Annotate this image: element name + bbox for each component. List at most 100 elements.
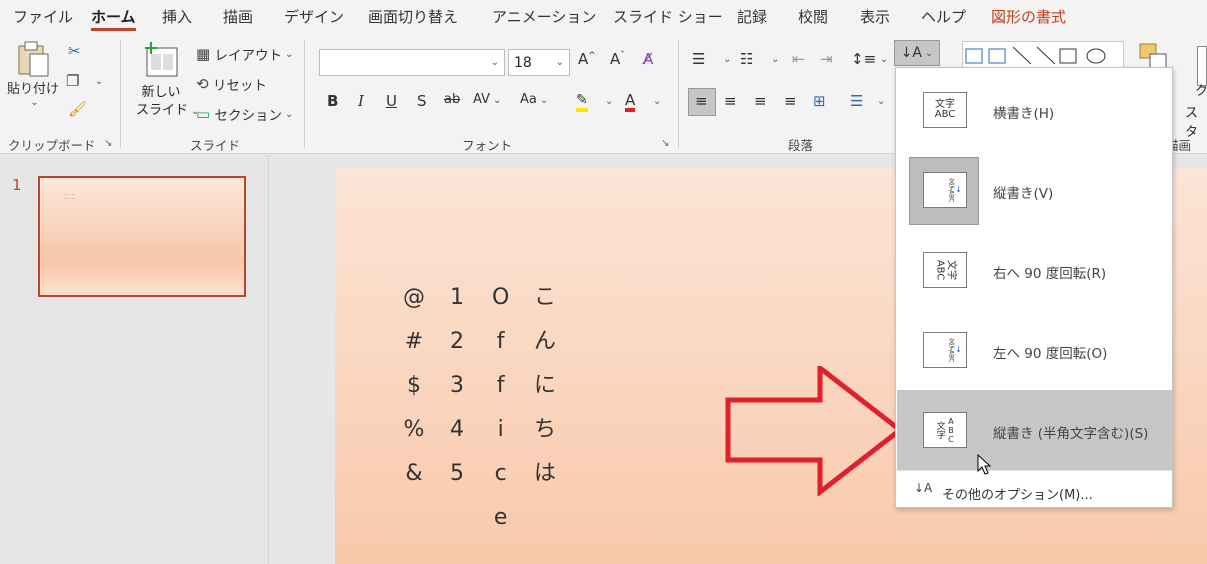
slide-thumbnail[interactable]: .... .... .... .... (38, 176, 246, 297)
font-name-select[interactable]: ⌄ (319, 49, 505, 76)
menu-item-rotate-left[interactable]: 文字ABC ↓ 左へ 90 度回転(O) (897, 310, 1173, 390)
menu-item-rotate-right[interactable]: 文字 ABC 右へ 90 度回転(R) (897, 230, 1173, 310)
increase-indent-icon[interactable]: ⇥ (820, 50, 833, 68)
justify-icon[interactable]: ≡ (784, 92, 797, 110)
cut-icon[interactable]: ✂ (68, 44, 81, 59)
character-spacing-button[interactable]: AV ⌄ (473, 92, 501, 107)
italic-button[interactable]: I (358, 92, 364, 110)
tab-draw[interactable]: 描画 (223, 6, 253, 27)
tab-animations[interactable]: アニメーション (492, 6, 596, 27)
chevron-down-icon: ⌄ (30, 97, 39, 108)
chevron-down-icon[interactable]: ⌄ (723, 54, 731, 65)
group-label-font: フォント (462, 138, 513, 153)
tab-home[interactable]: ホーム (91, 6, 136, 27)
change-case-button[interactable]: Aa ⌄ (520, 92, 548, 107)
new-slide-label: 新しい (141, 85, 181, 100)
columns-icon[interactable]: ☰ (850, 92, 863, 110)
new-slide-label-2: スライド ⌄ (136, 103, 200, 118)
strikethrough-button[interactable]: ab (444, 92, 460, 107)
distributed-icon[interactable]: ⊞ (813, 92, 826, 110)
numbering-icon[interactable]: ☷ (740, 50, 753, 68)
tab-design[interactable]: デザイン (284, 6, 344, 27)
section-button[interactable]: ▭ セクション ⌄ (196, 104, 293, 124)
layout-button[interactable]: ▦ レイアウト ⌄ (196, 44, 293, 64)
paste-button[interactable]: 貼り付け ⌄ (7, 40, 60, 108)
copy-icon[interactable]: ❐ (66, 74, 79, 89)
group-separator (678, 40, 679, 148)
align-left-icon: ≡ (695, 92, 708, 110)
font-size-select[interactable]: 18 ⌄ (508, 49, 570, 76)
font-color-icon[interactable]: A (625, 92, 636, 112)
reset-icon: ⟲ (196, 74, 209, 93)
mouse-cursor-icon (977, 454, 991, 475)
chevron-down-icon[interactable]: ⌄ (877, 96, 885, 107)
text-direction-options-icon: ↓A (914, 481, 933, 495)
new-slide-icon (145, 42, 178, 77)
tab-insert[interactable]: 挿入 (162, 6, 192, 27)
menu-item-vertical[interactable]: 文字ABC ↓ 縦書き(V) (897, 150, 1173, 230)
tab-record[interactable]: 記録 (737, 6, 767, 27)
align-right-icon[interactable]: ≡ (754, 92, 767, 110)
clear-formatting-icon[interactable]: A̸ (643, 50, 653, 68)
text-direction-menu: 文字 ABC 横書き(H) 文字ABC ↓ 縦書き(V) 文字 ABC 右へ 90… (895, 67, 1173, 508)
underline-button[interactable]: U (386, 92, 397, 110)
reset-button[interactable]: ⟲ リセット (196, 74, 267, 94)
text-column-office: Office (492, 285, 510, 530)
thumbnail-text-preview: .... .... .... .... (64, 191, 76, 200)
increase-font-size-icon[interactable]: A^ (578, 50, 596, 68)
dialog-launcher-icon[interactable]: ↘ (104, 138, 112, 149)
text-direction-button[interactable]: ↓A ⌄ (894, 40, 940, 66)
quick-styles-label: ク (1195, 84, 1207, 99)
decrease-font-size-icon[interactable]: Aˇ (610, 50, 625, 68)
layout-icon: ▦ (196, 44, 211, 63)
tab-slideshow[interactable]: スライド ショー (613, 6, 723, 27)
highlight-icon[interactable]: ✎ (576, 92, 588, 112)
text-column-japanese: こんにちは (534, 285, 557, 486)
rotate-right-text-icon: 文字 ABC (923, 252, 967, 288)
bold-button[interactable]: B (327, 92, 338, 110)
annotation-arrow (725, 366, 904, 496)
text-column-digits: 12345 (450, 285, 464, 486)
tab-transitions[interactable]: 画面切り替え (368, 6, 458, 27)
slide-number: 1 (12, 176, 22, 194)
text-column-symbols: @ # $% & (403, 285, 425, 486)
tab-help[interactable]: ヘルプ (921, 6, 966, 27)
active-tab-indicator (91, 28, 136, 31)
chevron-down-icon: ⌄ (490, 57, 499, 68)
section-icon: ▭ (196, 104, 211, 123)
paste-icon (18, 41, 49, 77)
rotate-left-text-icon: 文字ABC ↓ (923, 332, 967, 368)
group-separator (120, 40, 121, 148)
decrease-indent-icon[interactable]: ⇤ (792, 50, 805, 68)
align-left-button[interactable]: ≡ (688, 88, 716, 116)
tab-shape-format[interactable]: 図形の書式 (991, 6, 1066, 27)
group-label-clipboard: クリップボード (8, 138, 96, 153)
menu-item-horizontal[interactable]: 文字 ABC 横書き(H) (897, 70, 1173, 150)
dialog-launcher-icon[interactable]: ↘ (661, 138, 669, 149)
bullets-icon[interactable]: ☰ (692, 50, 705, 68)
group-label-slides: スライド (190, 138, 241, 153)
shadow-button[interactable]: S (417, 92, 427, 110)
text-direction-icon: ↓A (900, 45, 922, 61)
vertical-halfwidth-text-icon: 文字 ABC (923, 412, 967, 448)
format-painter-icon[interactable]: 🖌 (68, 102, 87, 117)
horizontal-text-icon: 文字 ABC (923, 92, 967, 128)
chevron-down-icon[interactable]: ⌄ (771, 54, 779, 65)
line-spacing-icon[interactable]: ↕≡ (851, 50, 876, 68)
menu-item-vertical-halfwidth[interactable]: 文字 ABC 縦書き (半角文字含む)(S) (897, 390, 1173, 470)
new-slide-button[interactable]: 新しい スライド ⌄ (136, 40, 200, 121)
vertical-text-icon: 文字ABC ↓ (923, 172, 967, 208)
group-separator (304, 40, 305, 148)
align-center-icon[interactable]: ≡ (724, 92, 737, 110)
tab-view[interactable]: 表示 (860, 6, 890, 27)
chevron-down-icon[interactable]: ⌄ (95, 76, 103, 87)
tab-review[interactable]: 校閲 (798, 6, 828, 27)
chevron-down-icon[interactable]: ⌄ (605, 96, 613, 107)
chevron-down-icon[interactable]: ⌄ (653, 96, 661, 107)
group-label-paragraph: 段落 (788, 138, 814, 153)
tab-file[interactable]: ファイル (13, 6, 73, 27)
menu-item-more-options[interactable]: ↓A その他のオプション(M)... (896, 471, 1172, 509)
paste-label: 貼り付け (7, 82, 60, 97)
chevron-down-icon[interactable]: ⌄ (880, 54, 888, 65)
chevron-down-icon: ⌄ (555, 57, 564, 68)
